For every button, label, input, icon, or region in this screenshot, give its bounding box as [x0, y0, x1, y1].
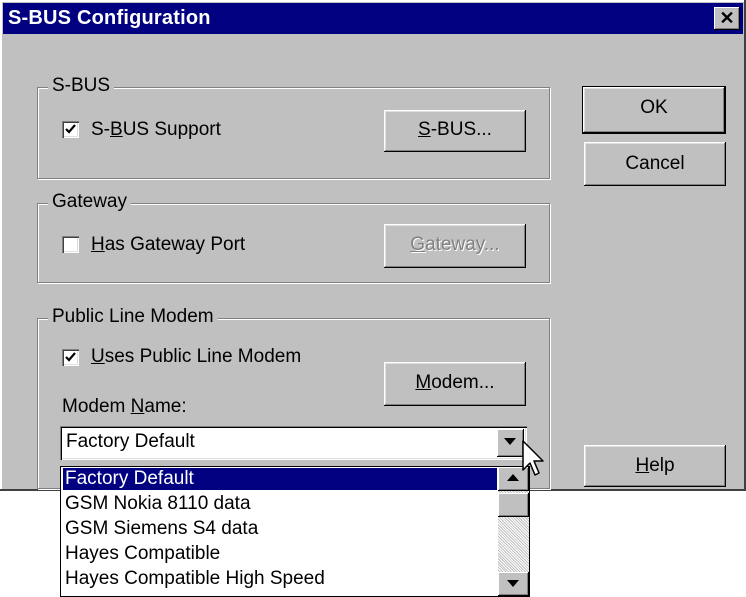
modem-button[interactable]: Modem... — [384, 362, 526, 406]
window-title: S-BUS Configuration — [8, 7, 211, 29]
dropdown-option[interactable]: Hayes Compatible — [63, 543, 220, 565]
title-bar[interactable]: S-BUS Configuration ✕ — [3, 3, 743, 34]
uses-public-line-modem-label: Uses Public Line Modem — [91, 346, 302, 367]
gateway-group-title: Gateway — [48, 191, 131, 213]
scrollbar-thumb[interactable] — [498, 493, 529, 517]
ok-button-label: OK — [640, 97, 668, 118]
chevron-down-icon — [504, 438, 516, 445]
scroll-down-button[interactable] — [498, 572, 529, 596]
help-button[interactable]: Help — [584, 445, 726, 487]
dropdown-option[interactable]: Hayes Compatible High Speed — [63, 568, 325, 590]
close-button[interactable]: ✕ — [714, 7, 740, 30]
gateway-button[interactable]: Gateway... — [384, 224, 526, 268]
has-gateway-port-label: Has Gateway Port — [91, 234, 246, 255]
sbus-support-checkbox[interactable] — [62, 121, 79, 138]
ok-button[interactable]: OK — [582, 86, 726, 134]
modem-name-combobox[interactable]: Factory Default — [60, 426, 527, 460]
combobox-dropdown-button[interactable] — [497, 429, 524, 457]
dropdown-option[interactable]: GSM Nokia 8110 data — [63, 493, 251, 515]
has-gateway-port-checkbox[interactable] — [62, 236, 79, 253]
chevron-up-icon — [507, 474, 519, 481]
sbus-support-label: S-BUS Support — [91, 119, 221, 140]
sbus-group-title: S-BUS — [48, 75, 115, 97]
mouse-cursor-icon — [522, 440, 544, 476]
sbus-button[interactable]: S-BUS... — [384, 110, 526, 152]
chevron-down-icon — [507, 580, 519, 587]
uses-public-line-modem-checkbox[interactable] — [62, 349, 79, 366]
dropdown-option[interactable]: GSM Siemens S4 data — [63, 518, 258, 540]
close-icon: ✕ — [719, 8, 735, 28]
modem-name-label: Modem Name: — [62, 396, 187, 417]
checkmark-icon — [65, 124, 76, 134]
dropdown-option[interactable]: Factory Default — [63, 468, 497, 490]
vertical-scrollbar[interactable] — [498, 467, 529, 596]
combobox-value: Factory Default — [66, 431, 195, 452]
public-line-modem-group-title: Public Line Modem — [48, 306, 218, 328]
cancel-button-label: Cancel — [625, 153, 685, 174]
s-bus-configuration-dialog: S-BUS Configuration ✕ S-BUS S-BUS Suppor… — [0, 0, 746, 491]
modem-dropdown-list[interactable]: Factory Default GSM Nokia 8110 data GSM Si… — [60, 466, 530, 597]
checkmark-icon — [65, 352, 76, 362]
cancel-button[interactable]: Cancel — [584, 142, 726, 186]
